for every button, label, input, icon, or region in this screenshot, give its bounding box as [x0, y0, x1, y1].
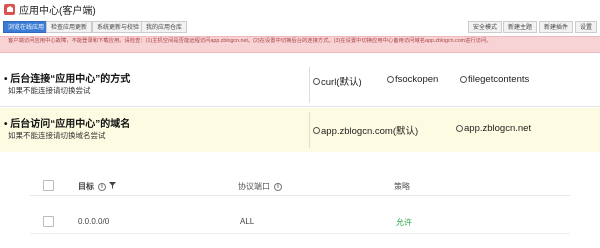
radio-domain-net[interactable]: app.zblogcn.net	[456, 123, 531, 134]
radio-label: app.zblogcn.net	[464, 123, 532, 134]
alert-text: 客户端访问应用中心故障，不能登录和下载应用。请检查：(1)主机空间是否能远程访问…	[8, 38, 492, 44]
radio-circle-icon[interactable]	[387, 76, 394, 83]
app-header: 应用中心(客户端)	[0, 0, 600, 18]
radio-label: app.zblogcn.com(默认)	[321, 126, 419, 137]
radio-label: curl(默认)	[321, 77, 362, 88]
settings-button[interactable]: 设置	[575, 21, 598, 33]
info-icon[interactable]: i	[98, 182, 106, 191]
radio-circle-icon[interactable]	[460, 76, 467, 83]
app-logo-icon	[4, 3, 15, 15]
app-title: 应用中心(客户端)	[19, 5, 96, 17]
filter-icon[interactable]	[109, 182, 116, 191]
column-header-target: 目标 i	[78, 181, 116, 192]
column-header-port-label: 协议端口	[238, 182, 270, 191]
radio-curl[interactable]: curl(默认)	[313, 74, 362, 88]
cell-port: ALL	[240, 217, 255, 226]
safe-mode-button[interactable]: 安全模式	[468, 21, 503, 33]
domain-label: • 后台访问“应用中心”的域名	[4, 119, 131, 130]
connection-method-row: • 后台连接“应用中心”的方式 如果不能连接请切换尝试 curl(默认) fso…	[0, 63, 600, 107]
radio-circle-icon[interactable]	[313, 126, 320, 134]
connection-method-desc: 如果不能连接请切换尝试	[8, 86, 91, 95]
table-row: 0.0.0.0/0 ALL 允许	[30, 210, 570, 234]
column-header-policy: 策略	[394, 182, 410, 191]
radio-circle-icon[interactable]	[456, 125, 463, 132]
cell-target: 0.0.0.0/0	[78, 217, 110, 226]
radio-fsockopen[interactable]: fsockopen	[387, 74, 438, 85]
domain-desc: 如果不能连接请切换域名尝试	[8, 131, 106, 140]
domain-row: • 后台访问“应用中心”的域名 如果不能连接请切换域名尝试 app.zblogc…	[0, 108, 600, 152]
new-plugin-button[interactable]: 新建插件	[539, 21, 574, 33]
radio-domain-com[interactable]: app.zblogcn.com(默认)	[313, 123, 418, 137]
tab-system-update[interactable]: 系统更新与校验	[92, 21, 145, 33]
column-header-port: 协议端口 i	[238, 181, 282, 192]
divider	[309, 67, 310, 103]
tab-browse-apps[interactable]: 浏览在线应用	[3, 21, 50, 33]
tab-check-updates[interactable]: 检查应用更新	[46, 21, 93, 33]
tab-my-apps[interactable]: 我的应用仓库	[141, 21, 188, 33]
select-all-checkbox[interactable]	[43, 180, 54, 191]
radio-label: filegetcontents	[468, 74, 530, 85]
new-theme-button[interactable]: 新建主题	[503, 21, 538, 33]
radio-filegetcontents[interactable]: filegetcontents	[460, 74, 529, 85]
column-header-target-label: 目标	[78, 182, 94, 191]
info-icon[interactable]: i	[274, 182, 282, 191]
cell-policy: 允许	[396, 218, 412, 227]
table-header: 目标 i 协议端口 i 策略	[30, 176, 570, 196]
radio-circle-icon[interactable]	[313, 77, 320, 85]
connection-method-label: • 后台连接“应用中心”的方式	[4, 74, 131, 85]
radio-label: fsockopen	[395, 74, 439, 85]
divider	[309, 112, 310, 148]
row-checkbox[interactable]	[43, 216, 54, 227]
error-alert: 客户端访问应用中心故障，不能登录和下载应用。请检查：(1)主机空间是否能远程访问…	[0, 36, 600, 53]
toolbar: 浏览在线应用 检查应用更新 系统更新与校验 我的应用仓库 安全模式 新建主题 新…	[0, 18, 600, 35]
